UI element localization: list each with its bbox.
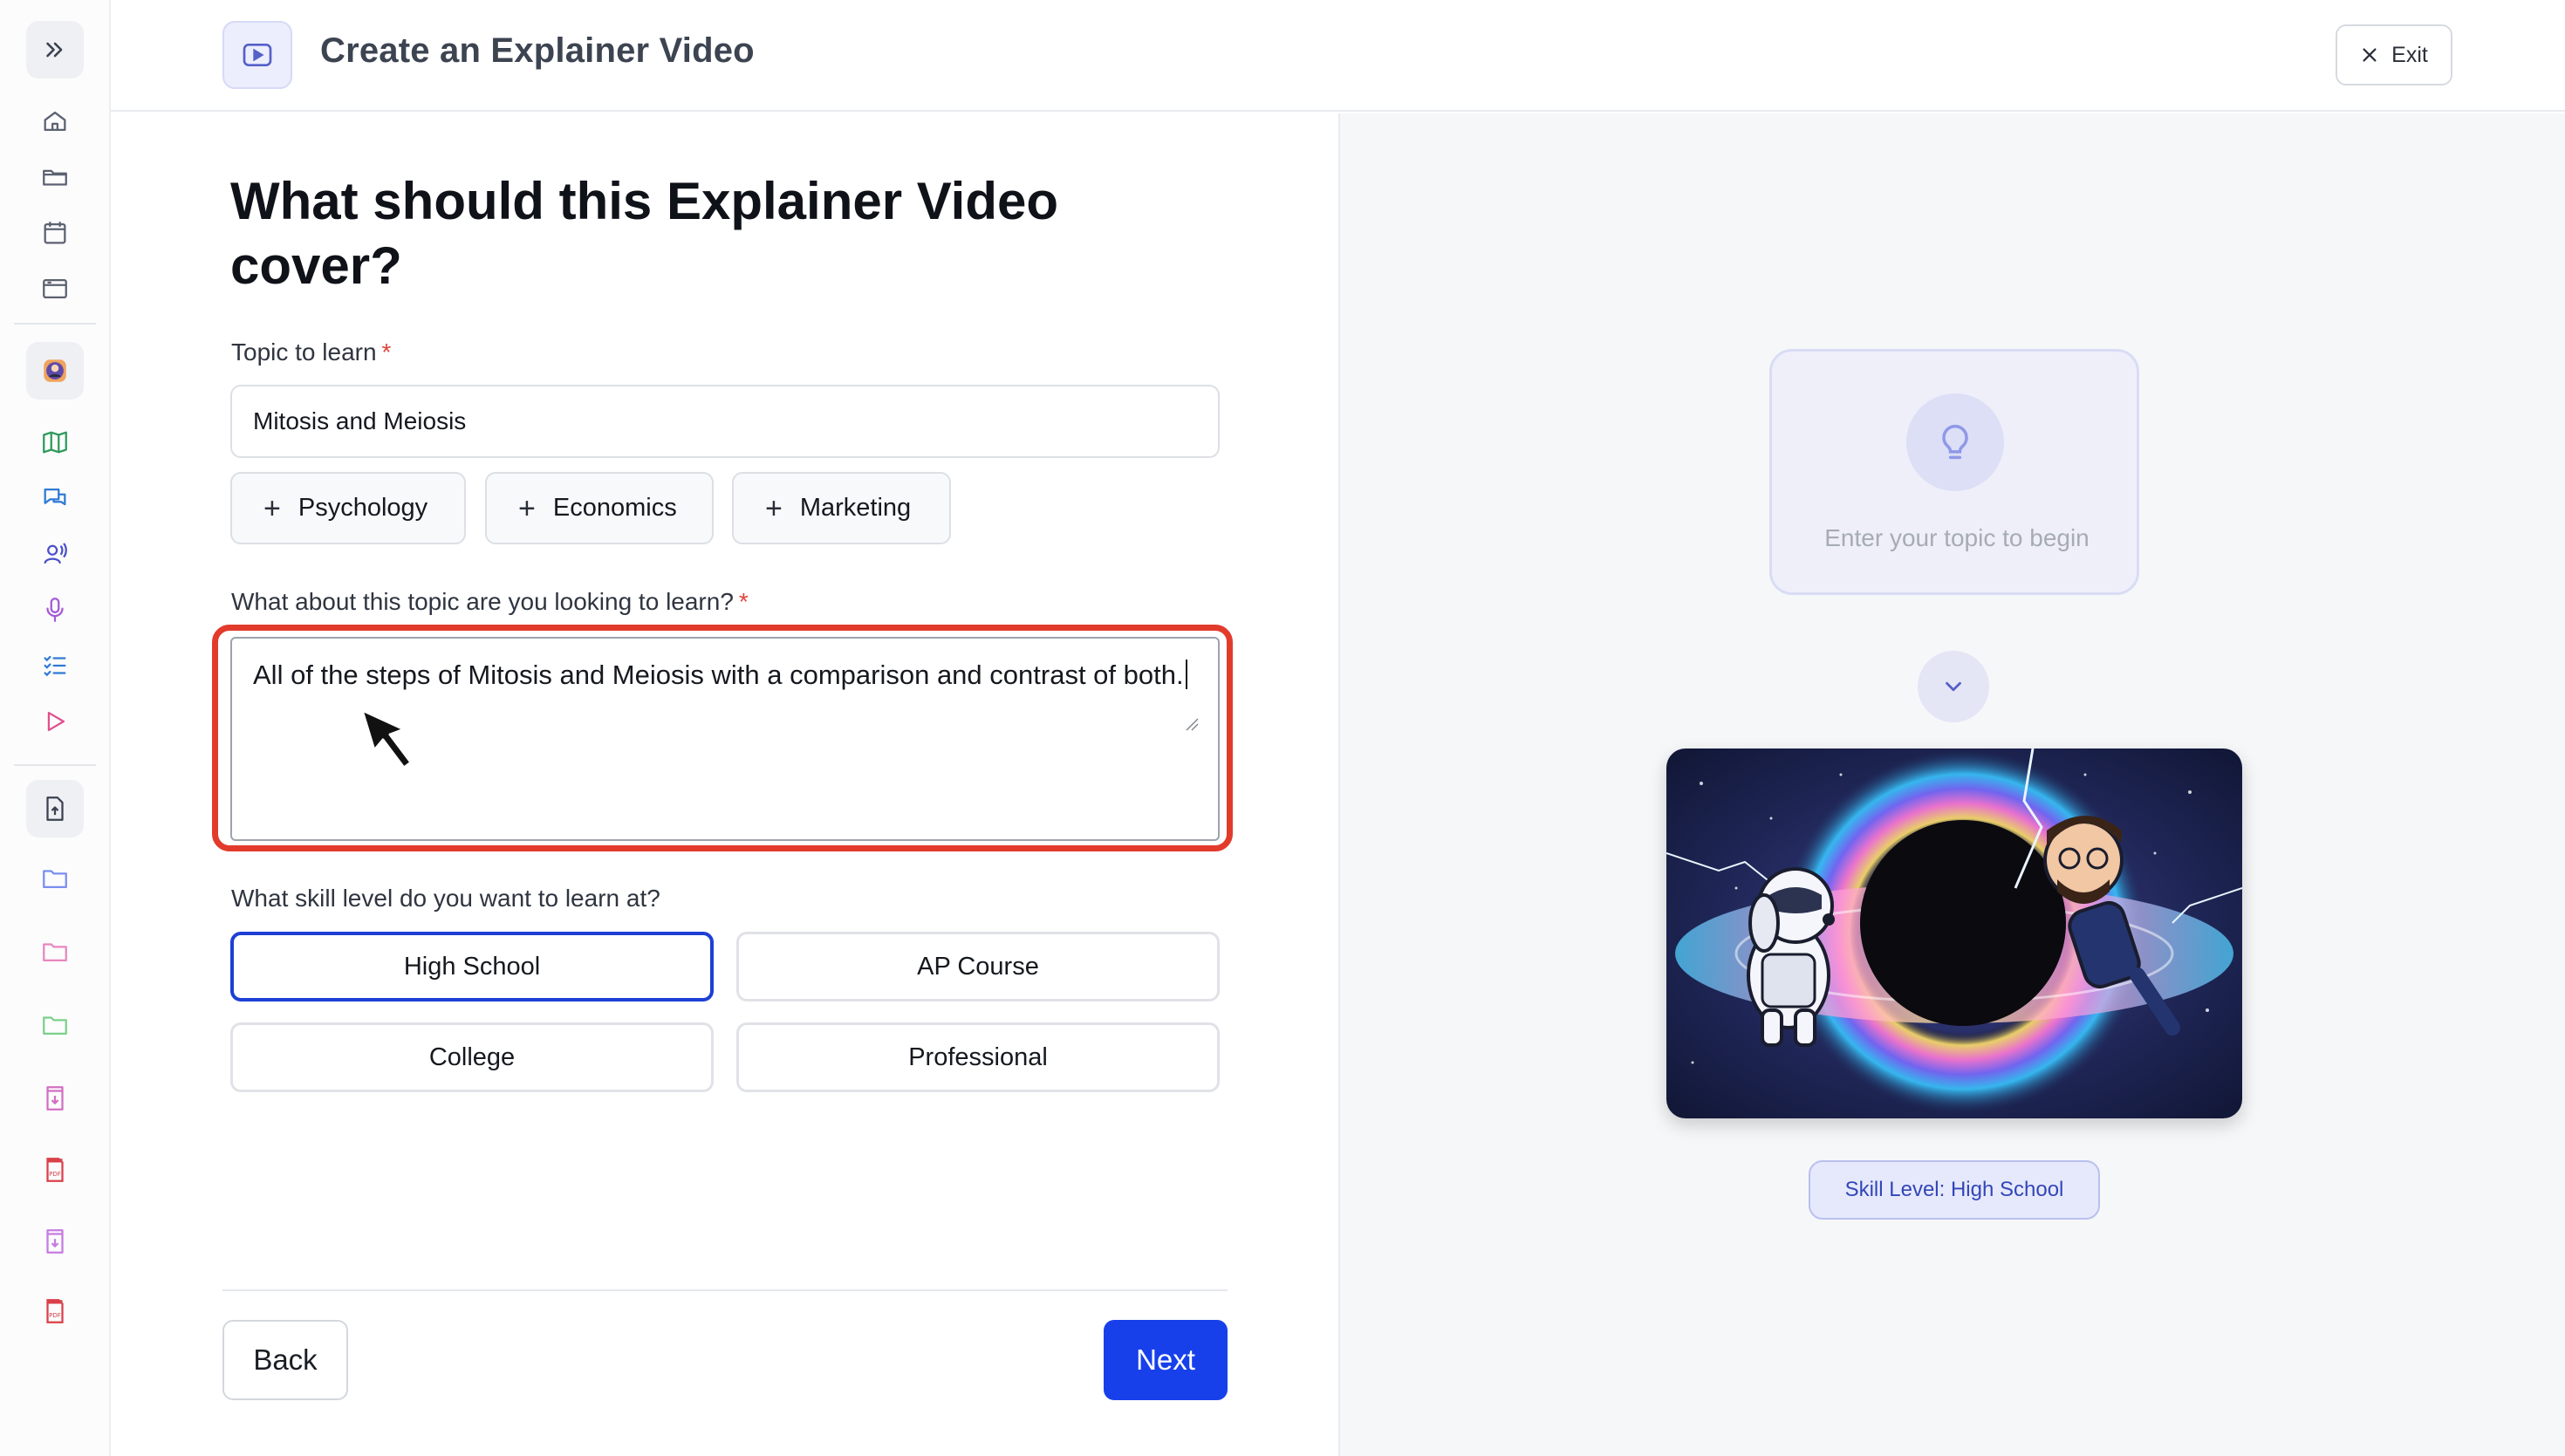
next-button[interactable]: Next [1104, 1320, 1228, 1400]
folder-open-icon [43, 169, 67, 186]
plus-icon: + [263, 491, 281, 525]
sidebar-item-calendar[interactable] [26, 204, 84, 262]
sidebar-divider [14, 323, 96, 325]
sidebar-item-video[interactable] [26, 693, 84, 750]
page-title: Create an Explainer Video [320, 31, 755, 70]
home-icon [44, 111, 66, 132]
svg-text:PDF: PDF [49, 1170, 61, 1178]
sidebar-item-home[interactable] [26, 92, 84, 150]
suggestion-label: Psychology [298, 494, 428, 522]
browser-icon [43, 278, 67, 299]
play-icon [47, 711, 65, 732]
sidebar-item-map[interactable] [26, 414, 84, 471]
plus-icon: + [765, 491, 783, 525]
skill-label: What skill level do you want to learn at… [231, 885, 660, 912]
suggestion-label: Economics [552, 494, 677, 522]
download-file-icon [46, 1086, 64, 1111]
download-file-icon [46, 1229, 64, 1254]
back-button[interactable]: Back [222, 1320, 348, 1400]
sidebar-item-folder[interactable] [26, 923, 84, 981]
exit-button[interactable]: Exit [2336, 24, 2452, 85]
required-mark: * [381, 338, 392, 366]
resize-handle-icon[interactable] [1185, 717, 1199, 731]
details-label: What about this topic are you looking to… [231, 588, 749, 616]
topic-placeholder-card: Enter your topic to begin [1769, 349, 2139, 595]
sidebar-item-folder[interactable] [26, 850, 84, 907]
sidebar: PDF PDF [0, 0, 111, 1456]
sidebar-item-pdf[interactable]: PDF [26, 1141, 84, 1199]
thumbnail-illustration [1666, 749, 2242, 1118]
close-icon [2363, 48, 2377, 62]
plus-icon: + [518, 491, 536, 525]
sidebar-item-browser[interactable] [26, 260, 84, 318]
calendar-icon [44, 222, 66, 244]
folder-icon [43, 943, 67, 962]
details-label-text: What about this topic are you looking to… [231, 588, 734, 615]
expand-icon [46, 42, 63, 58]
video-icon [222, 21, 292, 89]
microphone-icon [46, 598, 64, 622]
upload-icon [46, 796, 64, 821]
topic-hint: Enter your topic to begin [1824, 524, 2090, 551]
mouse-pointer-icon [360, 708, 413, 769]
suggestion-chip-psychology[interactable]: + Psychology [230, 472, 466, 544]
topic-label-text: Topic to learn [231, 338, 377, 366]
chat-icon [44, 488, 66, 506]
skill-option-ap-course[interactable]: AP Course [736, 932, 1220, 1001]
sidebar-item-file[interactable] [26, 1070, 84, 1127]
suggestion-chip-marketing[interactable]: + Marketing [732, 472, 951, 544]
profile-avatar-icon [44, 359, 66, 382]
sidebar-item-file[interactable] [26, 1213, 84, 1270]
topic-input[interactable]: Mitosis and Meiosis [230, 385, 1220, 458]
sidebar-item-chat[interactable] [26, 469, 84, 527]
exit-label: Exit [2391, 42, 2428, 67]
chevron-down-icon [1918, 651, 1989, 722]
details-textarea-value: All of the steps of Mitosis and Meiosis … [253, 660, 1184, 690]
sidebar-item-folder[interactable] [26, 996, 84, 1054]
footer-divider [222, 1289, 1228, 1291]
form-panel: What should this Explainer Video cover? … [111, 113, 1338, 1456]
preview-panel: Enter your topic to begin Skill Level: H… [1338, 113, 2565, 1456]
checklist-icon [44, 655, 66, 677]
suggestion-label: Marketing [799, 494, 912, 522]
sidebar-item-checklist[interactable] [26, 637, 84, 694]
skill-option-professional[interactable]: Professional [736, 1022, 1220, 1092]
sidebar-item-voice[interactable] [26, 525, 84, 583]
suggestion-chip-economics[interactable]: + Economics [485, 472, 714, 544]
page-header: Create an Explainer Video Exit [111, 0, 2565, 112]
sidebar-item-pdf[interactable]: PDF [26, 1282, 84, 1340]
sidebar-item-upload[interactable] [26, 780, 84, 837]
sidebar-item-projects[interactable] [26, 148, 84, 206]
pdf-icon: PDF [46, 1299, 64, 1323]
video-thumbnail [1666, 749, 2242, 1118]
skill-level-badge: Skill Level: High School [1809, 1160, 2100, 1220]
lightbulb-icon [1906, 393, 2004, 491]
form-question: What should this Explainer Video cover? [230, 172, 1059, 295]
required-mark: * [738, 588, 749, 615]
sidebar-item-profile[interactable] [26, 342, 84, 400]
sidebar-divider [14, 764, 96, 766]
text-caret [1185, 660, 1187, 689]
skill-option-high-school[interactable]: High School [230, 932, 714, 1001]
voice-icon [44, 543, 67, 564]
folder-icon [43, 1016, 67, 1036]
expand-sidebar-button[interactable] [26, 21, 84, 79]
topic-label: Topic to learn * [231, 338, 391, 366]
skill-option-college[interactable]: College [230, 1022, 714, 1092]
pdf-icon: PDF [46, 1158, 64, 1182]
sidebar-item-microphone[interactable] [26, 581, 84, 639]
map-icon [43, 431, 67, 454]
folder-icon [43, 870, 67, 889]
svg-text:PDF: PDF [49, 1311, 61, 1319]
